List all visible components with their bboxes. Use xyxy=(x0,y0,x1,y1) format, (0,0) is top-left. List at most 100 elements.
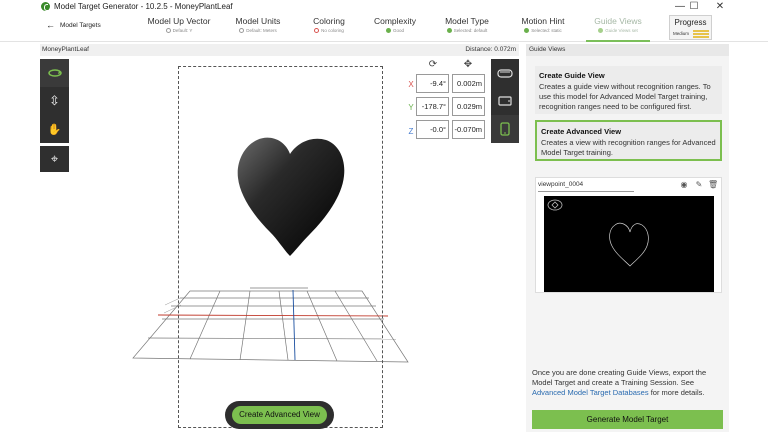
tablet-icon xyxy=(498,96,512,106)
step-status: Good xyxy=(355,28,435,33)
step-status: Default: Y xyxy=(139,28,219,33)
step-bar: ← Model Targets Model Up Vector Default:… xyxy=(0,14,768,42)
phone-icon xyxy=(500,122,510,136)
step-status: Selected: static xyxy=(503,28,583,33)
back-link-label: Model Targets xyxy=(60,21,101,29)
window-title: Model Target Generator - 10.2.5 - MoneyP… xyxy=(54,2,233,11)
create-advanced-view-card[interactable]: Create Advanced View Creates a view with… xyxy=(535,120,722,161)
title-bar: Model Target Generator - 10.2.5 - MoneyP… xyxy=(0,0,768,14)
headset-device-button[interactable] xyxy=(491,59,519,87)
axis-z-label: Z xyxy=(408,127,414,136)
step-status: Guide Views set xyxy=(578,28,658,33)
3d-viewport[interactable]: ⇳ ✋ ⌖ ⟳ ✥ X -9.4° 0.002m Y -178.7° 0.029… xyxy=(40,56,519,432)
viewpoint-thumbnail[interactable] xyxy=(544,196,714,292)
close-button[interactable]: ✕ xyxy=(708,0,732,14)
export-tail: for more details. xyxy=(650,388,705,397)
orbit-tool[interactable] xyxy=(40,59,69,87)
axis-x-label: X xyxy=(408,80,414,89)
progress-bar-segment xyxy=(693,33,709,35)
orbit-icon xyxy=(47,69,62,77)
card-title: Create Guide View xyxy=(539,71,605,80)
step-motion-hint[interactable]: Motion Hint Selected: static xyxy=(503,16,583,33)
model-name: MoneyPlantLeaf xyxy=(42,46,89,53)
rotate-icon: ⟳ xyxy=(428,59,438,70)
export-text: Once you are done creating Guide Views, … xyxy=(532,368,707,387)
step-model-up-vector[interactable]: Model Up Vector Default: Y xyxy=(139,16,219,33)
create-advanced-view-button[interactable]: Create Advanced View xyxy=(232,406,327,424)
guide-views-panel: Guide Views Create Guide View Creates a … xyxy=(526,44,729,432)
pan-tool[interactable]: ✋ xyxy=(40,115,69,143)
step-model-units[interactable]: Model Units Default: Meters xyxy=(218,16,298,33)
card-title: Create Advanced View xyxy=(541,127,622,136)
generate-model-target-button[interactable]: Generate Model Target xyxy=(532,410,723,429)
thumbnail-preview xyxy=(547,199,649,267)
progress-indicator[interactable]: Progress Medium xyxy=(669,15,712,40)
step-label: Model Units xyxy=(235,16,281,26)
viewpoint-name[interactable]: viewpoint_0004 xyxy=(538,181,583,188)
visibility-icon[interactable]: ◉ xyxy=(679,180,689,190)
position-x-input[interactable]: 0.002m xyxy=(452,74,485,93)
back-to-model-targets-link[interactable]: ← Model Targets xyxy=(46,19,101,31)
trash-icon[interactable]: 🗑 xyxy=(708,180,718,190)
camera-distance: Distance: 0.072m xyxy=(465,46,516,53)
progress-label: Progress xyxy=(674,18,707,27)
progress-bar-segment xyxy=(693,30,709,32)
viewport-header: MoneyPlantLeaf Distance: 0.072m xyxy=(40,44,519,56)
create-guide-view-card[interactable]: Create Guide View Creates a guide view w… xyxy=(535,66,722,114)
rotation-y-input[interactable]: -178.7° xyxy=(416,97,449,116)
vertical-move-tool[interactable]: ⇳ xyxy=(40,87,69,115)
step-status-text: Good xyxy=(392,28,404,33)
step-label: Model Up Vector xyxy=(147,16,211,26)
step-status-text: Guide Views set xyxy=(605,28,638,33)
rotation-x-input[interactable]: -9.4° xyxy=(416,74,449,93)
export-instructions: Once you are done creating Guide Views, … xyxy=(532,368,722,398)
hand-icon: ✋ xyxy=(47,123,62,136)
status-dot-icon xyxy=(524,28,530,33)
card-description: Creates a guide view without recognition… xyxy=(539,82,711,111)
step-status-text: Selected: static xyxy=(531,28,562,33)
recenter-tool[interactable]: ⌖ xyxy=(40,146,69,172)
tablet-device-button[interactable] xyxy=(491,87,519,115)
status-dot-icon xyxy=(385,28,391,33)
step-status-text: Default: Meters xyxy=(246,28,277,33)
step-label: Complexity xyxy=(373,16,417,26)
step-guide-views[interactable]: Guide Views Guide Views set xyxy=(578,16,658,42)
step-complexity[interactable]: Complexity Good xyxy=(355,16,435,33)
step-model-type[interactable]: Model Type Selected: default xyxy=(427,16,507,33)
card-description: Creates a view with recognition ranges f… xyxy=(541,138,716,157)
device-toolbar xyxy=(491,59,519,143)
databases-link[interactable]: Advanced Model Target Databases xyxy=(532,388,649,397)
guide-view-frame xyxy=(178,66,383,428)
step-label: Guide Views xyxy=(594,16,642,26)
app-logo-icon xyxy=(41,2,50,11)
back-arrow-icon: ← xyxy=(46,20,55,30)
rotation-z-input[interactable]: -0.0° xyxy=(416,120,449,139)
viewpoint-card[interactable]: viewpoint_0004 ◉ ✎ 🗑 xyxy=(535,177,722,293)
move-icon: ✥ xyxy=(463,59,473,70)
status-dot-icon xyxy=(598,28,604,33)
create-advanced-view-container: Create Advanced View xyxy=(225,401,334,429)
left-toolbar: ⇳ ✋ xyxy=(40,59,69,143)
progress-level: Medium xyxy=(673,31,690,36)
step-status: Default: Meters xyxy=(218,28,298,33)
crosshair-icon: ⌖ xyxy=(50,151,59,166)
status-dot-icon xyxy=(239,28,245,33)
panel-title: Guide Views xyxy=(526,44,729,56)
maximize-button[interactable]: ☐ xyxy=(682,0,706,14)
step-status: Selected: default xyxy=(427,28,507,33)
step-status-text: Selected: default xyxy=(453,28,488,33)
edit-icon[interactable]: ✎ xyxy=(694,180,704,190)
step-status-text: No coloring xyxy=(321,28,344,33)
status-dot-icon xyxy=(446,28,452,33)
status-dot-icon xyxy=(314,28,320,33)
axis-y-label: Y xyxy=(408,103,414,112)
progress-bar-segment xyxy=(693,36,709,38)
step-label: Model Type xyxy=(445,16,489,26)
step-status-text: Default: Y xyxy=(172,28,193,33)
phone-device-button[interactable] xyxy=(491,115,519,143)
position-y-input[interactable]: 0.029m xyxy=(452,97,485,116)
position-z-input[interactable]: -0.070m xyxy=(452,120,485,139)
step-label: Motion Hint xyxy=(521,16,565,26)
status-dot-icon xyxy=(165,28,171,33)
viewpoint-name-underline xyxy=(538,191,634,192)
